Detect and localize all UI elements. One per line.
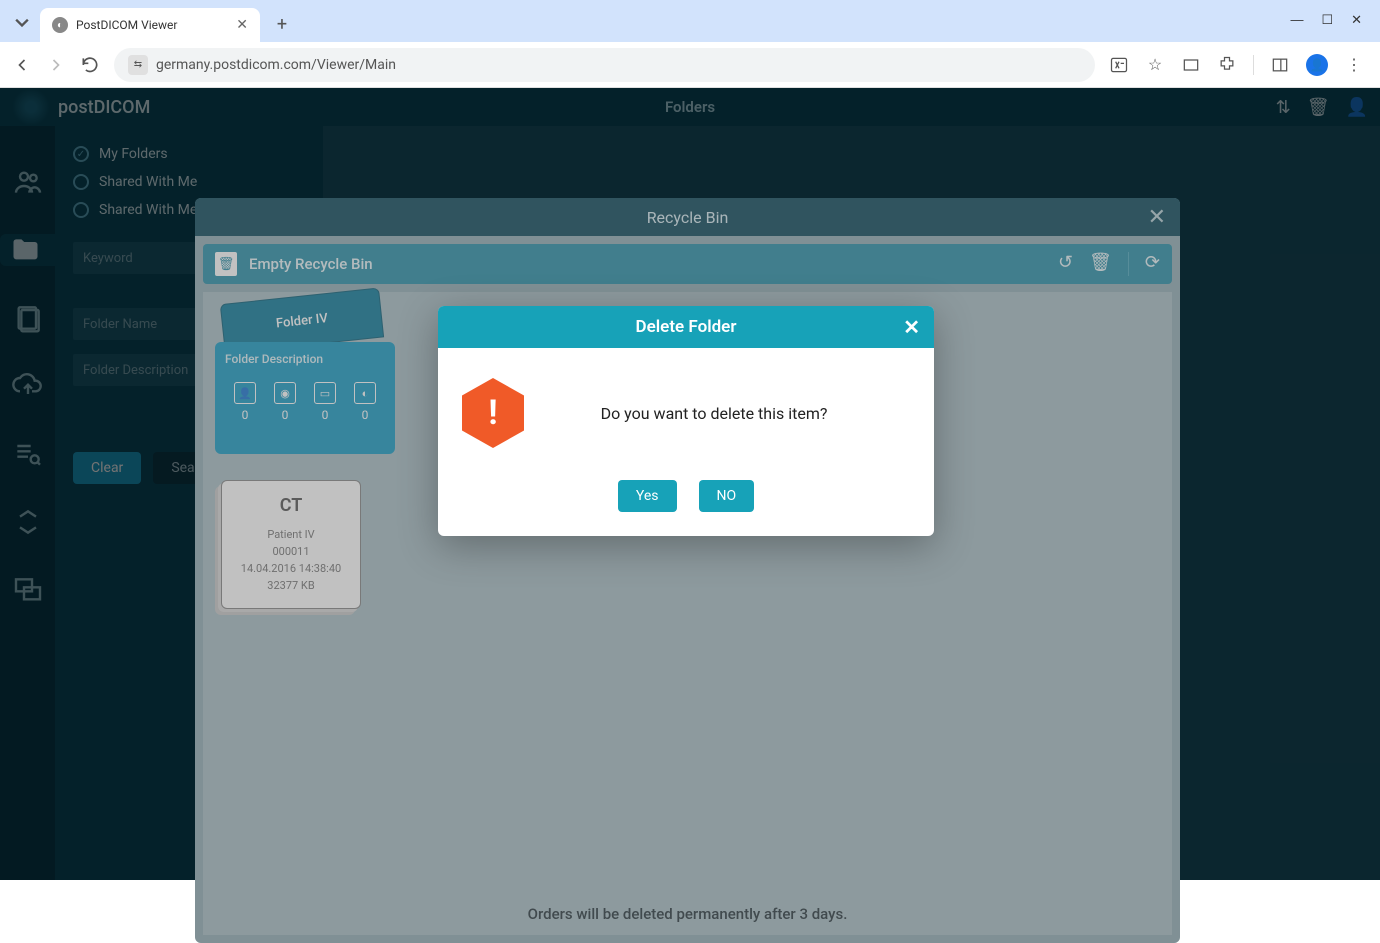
profile-icon[interactable]: 👤	[1306, 54, 1328, 76]
url-bar[interactable]: ⇆ germany.postdicom.com/Viewer/Main	[114, 48, 1095, 82]
divider	[1253, 55, 1254, 75]
forward-button[interactable]	[46, 55, 66, 75]
browser-chrome: ◐ PostDICOM Viewer ✕ + — ☐ ✕ ⇆ germany.p…	[0, 0, 1380, 88]
bookmark-icon[interactable]: ☆	[1145, 55, 1165, 75]
warning-icon: !	[462, 378, 524, 448]
browser-action-icons: ☆ 👤 ⋮	[1109, 54, 1368, 76]
extension-icon[interactable]	[1217, 55, 1237, 75]
delete-confirm-modal: Delete Folder ✕ ! Do you want to delete …	[438, 306, 934, 536]
tab-strip: ◐ PostDICOM Viewer ✕ + — ☐ ✕	[0, 0, 1380, 42]
side-panel-icon[interactable]	[1270, 55, 1290, 75]
confirm-close-icon[interactable]: ✕	[903, 315, 920, 339]
site-info-icon[interactable]: ⇆	[128, 55, 148, 75]
browser-nav-bar: ⇆ germany.postdicom.com/Viewer/Main ☆ 👤 …	[0, 42, 1380, 88]
screenshot-icon[interactable]	[1181, 55, 1201, 75]
confirm-buttons: Yes NO	[438, 468, 934, 536]
minimize-icon[interactable]: —	[1290, 12, 1303, 28]
confirm-header: Delete Folder ✕	[438, 306, 934, 348]
tab-title: PostDICOM Viewer	[76, 18, 228, 32]
url-text: germany.postdicom.com/Viewer/Main	[156, 57, 396, 73]
menu-icon[interactable]: ⋮	[1344, 55, 1364, 75]
favicon-icon: ◐	[52, 17, 68, 33]
back-button[interactable]	[12, 55, 32, 75]
app-root: postDICOM Folders ⇅ 🗑 👤 📁⁺ ⟳ ▭ My Folder…	[0, 88, 1380, 880]
confirm-body: ! Do you want to delete this item?	[438, 348, 934, 468]
tabs-dropdown-icon[interactable]	[8, 8, 36, 36]
confirm-title: Delete Folder	[636, 317, 737, 337]
new-tab-button[interactable]: +	[268, 10, 296, 38]
yes-button[interactable]: Yes	[618, 480, 677, 512]
no-button[interactable]: NO	[699, 480, 755, 512]
translate-icon[interactable]	[1109, 55, 1129, 75]
browser-tab[interactable]: ◐ PostDICOM Viewer ✕	[40, 8, 260, 42]
reload-button[interactable]	[80, 55, 100, 75]
confirm-message: Do you want to delete this item?	[548, 404, 910, 423]
close-window-icon[interactable]: ✕	[1351, 12, 1362, 28]
tab-close-icon[interactable]: ✕	[236, 17, 248, 33]
window-controls: — ☐ ✕	[1290, 12, 1380, 42]
maximize-icon[interactable]: ☐	[1321, 12, 1333, 28]
